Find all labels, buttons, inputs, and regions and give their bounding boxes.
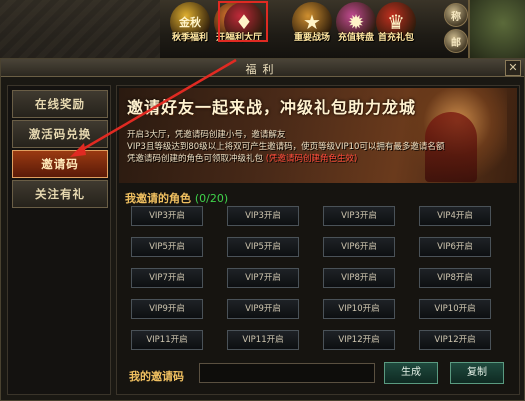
invite-slot-button[interactable]: VIP3开启 xyxy=(131,206,203,226)
top-hud: 金秋秋季福利✦开服活动♦福利大厅★重要战场✹充值转盘♛首充礼包 称 邮 xyxy=(0,0,525,58)
sidebar-item-online-reward[interactable]: 在线奖励 xyxy=(12,90,108,118)
invite-content: 邀请好友一起来战，冲级礼包助力龙城 开启3大厅，凭邀请码创建小号，邀请解友 VI… xyxy=(116,85,520,395)
my-invite-code-label: 我的邀请码 xyxy=(129,370,184,383)
invite-slot-button[interactable]: VIP3开启 xyxy=(323,206,395,226)
panel-title: 福利 xyxy=(245,63,280,76)
hud-background xyxy=(0,0,160,58)
minimap[interactable] xyxy=(468,0,525,58)
selected-icon-highlight xyxy=(218,1,268,42)
invite-banner: 邀请好友一起来战，冲级礼包助力龙城 开启3大厅，凭邀请码创建小号，邀请解友 VI… xyxy=(119,88,517,183)
invite-slot-button[interactable]: VIP5开启 xyxy=(131,237,203,257)
my-invite-code-field[interactable] xyxy=(199,363,375,383)
hud-icon-label: 首充礼包 xyxy=(377,33,414,43)
mail-round-button[interactable]: 邮 xyxy=(444,29,468,53)
invite-slot-button[interactable]: VIP6开启 xyxy=(323,237,395,257)
banner-line-3-text: 凭邀请码创建的角色可领取冲级礼包 xyxy=(127,154,264,164)
title-round-button[interactable]: 称 xyxy=(444,3,468,27)
generate-code-button[interactable]: 生成 xyxy=(384,362,438,384)
banner-note: (凭邀请码创建角色生效) xyxy=(265,154,358,164)
banner-line-2: VIP3且等级达到80级以上将双可产生邀请码，使页等级VIP10可以拥有最多邀请… xyxy=(127,142,445,152)
banner-title: 邀请好友一起来战，冲级礼包助力龙城 xyxy=(127,98,417,117)
invited-roles-count: (0/20) xyxy=(194,192,229,205)
invite-slot-button[interactable]: VIP12开启 xyxy=(419,330,491,350)
welfare-panel: 福利 ✕ 在线奖励 激活码兑换 邀请码 关注有礼 邀请好友一起来战，冲级礼包助力… xyxy=(0,58,525,401)
sidebar-item-invite-code[interactable]: 邀请码 xyxy=(12,150,108,178)
invite-slot-button[interactable]: VIP11开启 xyxy=(131,330,203,350)
invite-slot-button[interactable]: VIP10开启 xyxy=(419,299,491,319)
banner-line-1: 开启3大厅，凭邀请码创建小号，邀请解友 xyxy=(127,130,286,140)
invite-slot-button[interactable]: VIP12开启 xyxy=(323,330,395,350)
invite-slot-button[interactable]: VIP7开启 xyxy=(227,268,299,288)
banner-line-3: 凭邀请码创建的角色可领取冲级礼包 (凭邀请码创建角色生效) xyxy=(127,152,357,164)
invite-slot-button[interactable]: VIP7开启 xyxy=(131,268,203,288)
invite-slot-button[interactable]: VIP10开启 xyxy=(323,299,395,319)
invite-slot-button[interactable]: VIP3开启 xyxy=(227,206,299,226)
invited-roles-label: 我邀请的角色 xyxy=(125,192,191,205)
invite-slot-button[interactable]: VIP9开启 xyxy=(131,299,203,319)
welfare-sidebar: 在线奖励 激活码兑换 邀请码 关注有礼 xyxy=(7,85,111,395)
invite-slot-button[interactable]: VIP6开启 xyxy=(419,237,491,257)
close-button[interactable]: ✕ xyxy=(505,60,521,76)
invite-slot-button[interactable]: VIP9开启 xyxy=(227,299,299,319)
invite-slot-button[interactable]: VIP4开启 xyxy=(419,206,491,226)
invite-slot-button[interactable]: VIP8开启 xyxy=(323,268,395,288)
hud-first-recharge-button[interactable]: ♛ 首充礼包 xyxy=(370,0,422,44)
invite-slot-button[interactable]: VIP8开启 xyxy=(419,268,491,288)
sidebar-item-activation-code[interactable]: 激活码兑换 xyxy=(12,120,108,148)
invite-slot-button[interactable]: VIP5开启 xyxy=(227,237,299,257)
sidebar-item-follow-gift[interactable]: 关注有礼 xyxy=(12,180,108,208)
invited-roles-heading: 我邀请的角色 (0/20) xyxy=(125,190,228,206)
invite-slot-button[interactable]: VIP11开启 xyxy=(227,330,299,350)
panel-titlebar: 福利 ✕ xyxy=(1,59,524,77)
copy-code-button[interactable]: 复制 xyxy=(450,362,504,384)
